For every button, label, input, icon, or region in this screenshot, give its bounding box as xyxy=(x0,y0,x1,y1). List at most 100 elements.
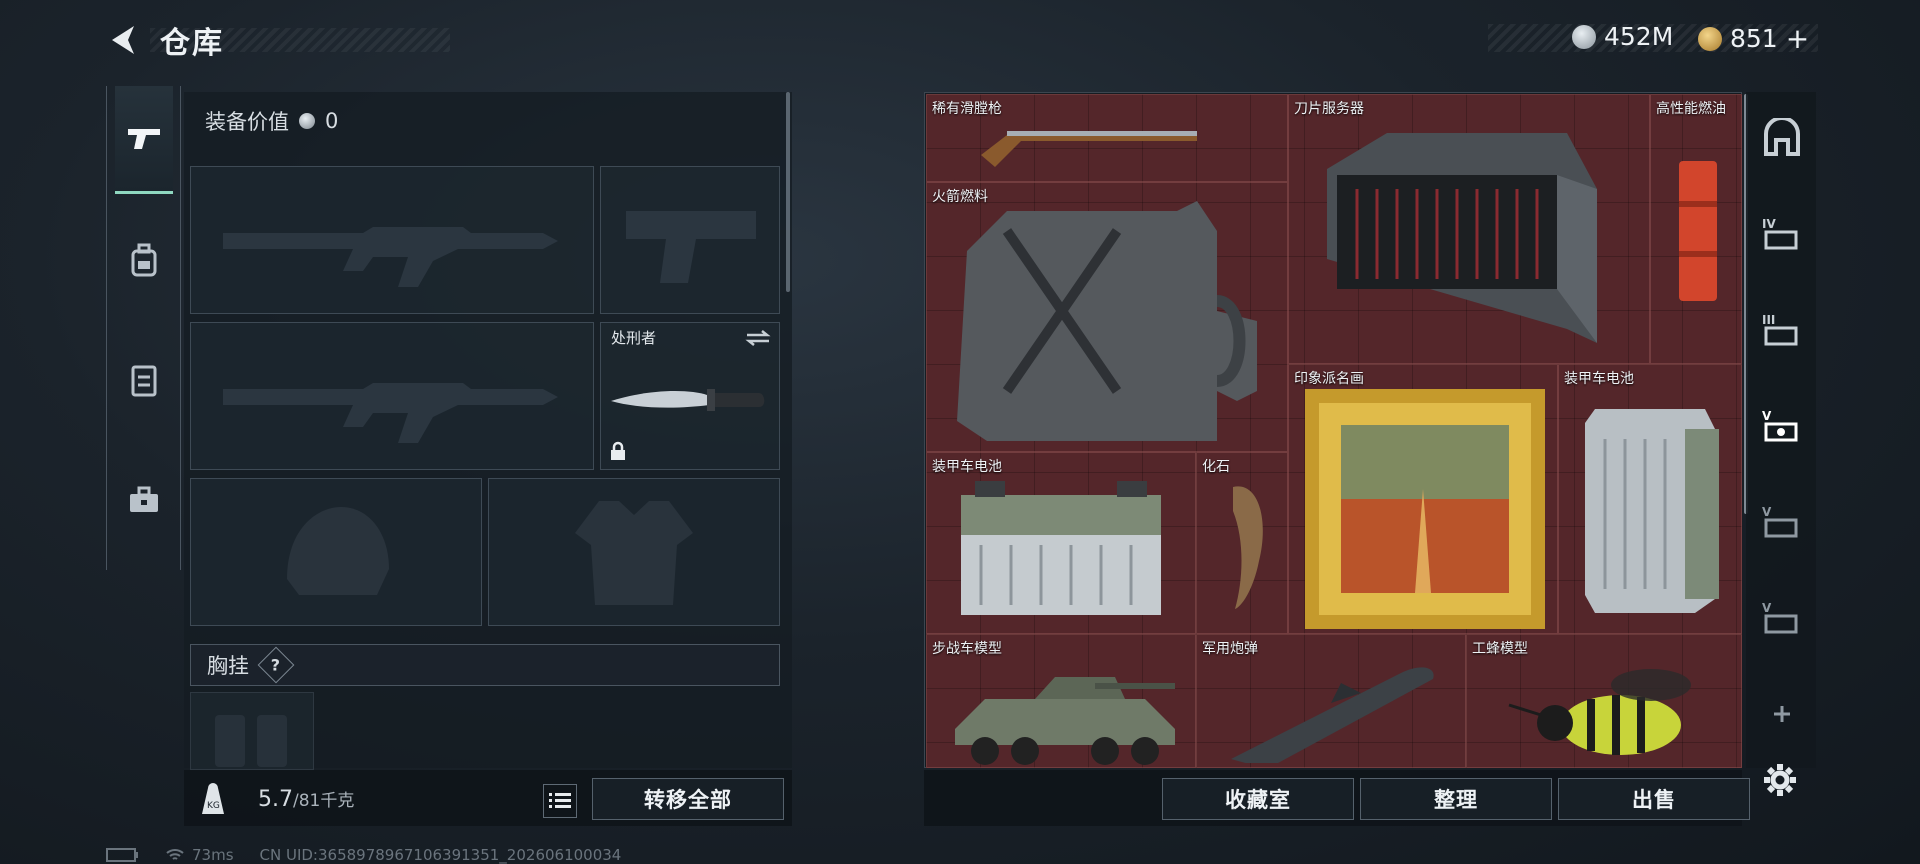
svg-text:III: III xyxy=(1762,313,1775,327)
wifi-icon xyxy=(166,849,184,860)
pistol-slot[interactable] xyxy=(600,166,780,314)
melee-slot[interactable]: 处刑者 xyxy=(600,322,780,470)
equip-value-label: 装备价值 xyxy=(205,110,289,134)
player-uid: CN UID:3658978967106391351_202606100034 xyxy=(259,846,622,864)
add-gold-icon[interactable]: + xyxy=(1786,22,1809,55)
item-name: 装甲车电池 xyxy=(932,459,1002,475)
svg-text:V: V xyxy=(1762,505,1772,519)
equip-value: 装备价值 0 xyxy=(205,106,338,136)
chest-rig-label: 胸挂 xyxy=(207,654,249,678)
melee-item-name: 处刑者 xyxy=(611,329,657,347)
painting-icon xyxy=(1305,389,1545,629)
settings-gear-icon[interactable] xyxy=(1762,762,1798,798)
item-rocket-fuel[interactable]: 火箭燃料 xyxy=(926,182,1288,452)
storage-box-v-active-icon[interactable]: V xyxy=(1762,406,1802,446)
item-name: 印象派名画 xyxy=(1294,371,1364,387)
silver-currency: 452M xyxy=(1572,22,1673,51)
silver-amount: 452M xyxy=(1604,22,1674,51)
silver-coin-icon xyxy=(299,113,315,129)
blade-server-icon xyxy=(1327,133,1597,343)
toolbox-icon xyxy=(130,486,158,512)
back-arrow-icon xyxy=(112,26,134,54)
chest-rig-header: 胸挂 ? xyxy=(190,644,780,686)
tab-toolbox[interactable] xyxy=(115,446,173,554)
list-view-button[interactable] xyxy=(543,784,577,818)
chest-rig-slot[interactable] xyxy=(190,692,314,770)
svg-text:IV: IV xyxy=(1762,217,1776,231)
transfer-all-button[interactable]: 转移全部 xyxy=(592,778,784,820)
chest-rig-silhouette-icon xyxy=(215,715,287,767)
gold-currency[interactable]: 851 + xyxy=(1698,22,1809,55)
weight-icon: KG xyxy=(202,783,224,814)
item-fossil[interactable]: 化石 xyxy=(1196,452,1288,634)
secondary-weapon-slot[interactable] xyxy=(190,322,594,470)
artillery-shell-icon xyxy=(1231,667,1434,763)
primary-weapon-slot[interactable] xyxy=(190,166,594,314)
loadout-scrollbar[interactable] xyxy=(786,92,790,292)
bee-drone-icon xyxy=(1508,669,1691,755)
storage-grid: 稀有滑膛枪 刀片服务器 高性能燃油 火箭燃料 印象派名画 装甲车电池 装甲车电池… xyxy=(926,94,1742,768)
storage-box-iii-icon[interactable]: III xyxy=(1762,310,1802,350)
item-armored-vehicle-battery[interactable]: 装甲车电池 xyxy=(926,452,1196,634)
weight-current: 5.7 xyxy=(258,787,293,812)
musket-icon xyxy=(981,131,1197,167)
svg-text:V: V xyxy=(1762,601,1772,615)
item-blade-server[interactable]: 刀片服务器 xyxy=(1288,94,1650,364)
back-button[interactable] xyxy=(104,20,144,60)
ping-value: 73ms xyxy=(192,846,234,864)
svg-text:V: V xyxy=(1762,409,1772,423)
vault-button[interactable]: 收藏室 xyxy=(1162,778,1354,820)
item-name: 装甲车电池 xyxy=(1564,371,1634,387)
tab-weapons[interactable] xyxy=(115,86,173,194)
lock-icon xyxy=(611,441,625,460)
battery-icon xyxy=(1585,409,1719,613)
item-name: 高性能燃油 xyxy=(1656,101,1726,117)
pistol-icon xyxy=(128,128,160,149)
jerry-can-icon xyxy=(957,201,1257,441)
knife-icon xyxy=(611,389,765,411)
body-armor-silhouette-icon xyxy=(575,501,693,605)
equip-value-amount: 0 xyxy=(325,109,339,133)
svg-text:KG: KG xyxy=(207,801,220,811)
item-name: 步战车模型 xyxy=(932,641,1002,657)
storage-box-iv-icon[interactable]: IV xyxy=(1762,214,1802,254)
pistol-silhouette-icon xyxy=(626,211,756,283)
item-rare-musket[interactable]: 稀有滑膛枪 xyxy=(926,94,1288,182)
help-button[interactable]: ? xyxy=(257,646,295,684)
item-impressionist-painting[interactable]: 印象派名画 xyxy=(1288,364,1558,634)
network-status: 73ms xyxy=(166,846,234,864)
storage-tabs: IV III V V V xyxy=(1746,92,1816,768)
item-military-shell[interactable]: 军用炮弹 xyxy=(1196,634,1466,768)
storage-box-v2-icon[interactable]: V xyxy=(1762,502,1802,542)
item-high-performance-fuel[interactable]: 高性能燃油 xyxy=(1650,94,1742,364)
status-bar: 73ms CN UID:3658978967106391351_20260610… xyxy=(106,846,621,864)
tab-vest[interactable] xyxy=(115,326,173,434)
silver-coin-icon xyxy=(1572,24,1596,49)
rifle-silhouette-icon xyxy=(223,383,558,443)
weight-max: /81千克 xyxy=(293,791,355,811)
storage-box-v3-icon[interactable]: V xyxy=(1762,598,1802,638)
sell-button[interactable]: 出售 xyxy=(1558,778,1750,820)
safehouse-icon[interactable] xyxy=(1762,118,1802,158)
rifle-silhouette-icon xyxy=(223,227,558,287)
swap-icon[interactable] xyxy=(745,329,771,347)
category-tabs xyxy=(106,86,181,570)
item-worker-bee-model[interactable]: 工蜂模型 xyxy=(1466,634,1742,768)
page-title: 仓库 xyxy=(160,26,224,61)
sort-button[interactable]: 整理 xyxy=(1360,778,1552,820)
list-icon xyxy=(549,793,571,808)
battery-status-icon xyxy=(106,848,138,862)
claw-fossil-icon xyxy=(1233,486,1263,609)
tab-backpack[interactable] xyxy=(115,206,173,314)
armored-vehicle-icon xyxy=(955,677,1175,765)
helmet-slot[interactable] xyxy=(190,478,482,626)
add-storage-icon[interactable] xyxy=(1762,694,1802,734)
carry-weight: 5.7/81千克 xyxy=(258,786,354,812)
backpack-icon xyxy=(131,243,157,277)
helmet-silhouette-icon xyxy=(287,507,389,595)
item-ifv-model[interactable]: 步战车模型 xyxy=(926,634,1196,768)
vest-icon xyxy=(131,365,157,397)
armor-slot[interactable] xyxy=(488,478,780,626)
item-armored-vehicle-battery[interactable]: 装甲车电池 xyxy=(1558,364,1742,634)
fuel-cartridge-icon xyxy=(1679,161,1717,301)
